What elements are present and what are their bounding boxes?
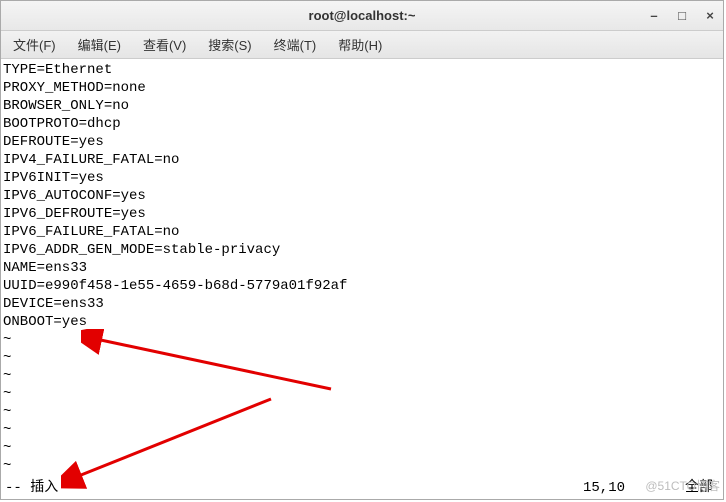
config-line: IPV6_AUTOCONF=yes [1,187,723,205]
vim-tilde: ~ [1,439,723,457]
config-line: IPV4_FAILURE_FATAL=no [1,151,723,169]
config-line: DEVICE=ens33 [1,295,723,313]
config-line: IPV6_ADDR_GEN_MODE=stable-privacy [1,241,723,259]
config-line: IPV6_FAILURE_FATAL=no [1,223,723,241]
scroll-indicator: 全部 [685,479,719,497]
vim-tilde: ~ [1,349,723,367]
menu-search[interactable]: 搜索(S) [204,32,255,57]
window-title: root@localhost:~ [309,8,416,23]
menu-file[interactable]: 文件(F) [9,32,60,57]
close-button[interactable]: × [703,9,717,23]
vim-tilde: ~ [1,403,723,421]
menu-terminal[interactable]: 终端(T) [270,32,321,57]
vim-tilde: ~ [1,385,723,403]
config-line: TYPE=Ethernet [1,61,723,79]
menu-edit[interactable]: 编辑(E) [74,32,125,57]
window-controls: – □ × [647,9,717,23]
menubar: 文件(F) 编辑(E) 查看(V) 搜索(S) 终端(T) 帮助(H) [1,31,723,59]
vim-tilde: ~ [1,421,723,439]
titlebar: root@localhost:~ – □ × [1,1,723,31]
cursor-position: 15,10 [583,479,685,497]
terminal-content[interactable]: TYPE=Ethernet PROXY_METHOD=none BROWSER_… [1,59,723,499]
vim-statusbar: -- 插入 -- 15,10 全部 [1,479,723,497]
terminal-window: root@localhost:~ – □ × 文件(F) 编辑(E) 查看(V)… [0,0,724,500]
menu-help[interactable]: 帮助(H) [334,32,386,57]
maximize-button[interactable]: □ [675,9,689,23]
config-line: PROXY_METHOD=none [1,79,723,97]
config-line: NAME=ens33 [1,259,723,277]
vim-tilde: ~ [1,457,723,475]
vim-mode: -- 插入 -- [5,479,83,497]
config-line: ONBOOT=yes [1,313,723,331]
config-line: BROWSER_ONLY=no [1,97,723,115]
config-line: BOOTPROTO=dhcp [1,115,723,133]
menu-view[interactable]: 查看(V) [139,32,190,57]
config-line: IPV6_DEFROUTE=yes [1,205,723,223]
vim-tilde: ~ [1,331,723,349]
minimize-button[interactable]: – [647,9,661,23]
config-line: UUID=e990f458-1e55-4659-b68d-5779a01f92a… [1,277,723,295]
config-line: DEFROUTE=yes [1,133,723,151]
config-line: IPV6INIT=yes [1,169,723,187]
vim-tilde: ~ [1,367,723,385]
